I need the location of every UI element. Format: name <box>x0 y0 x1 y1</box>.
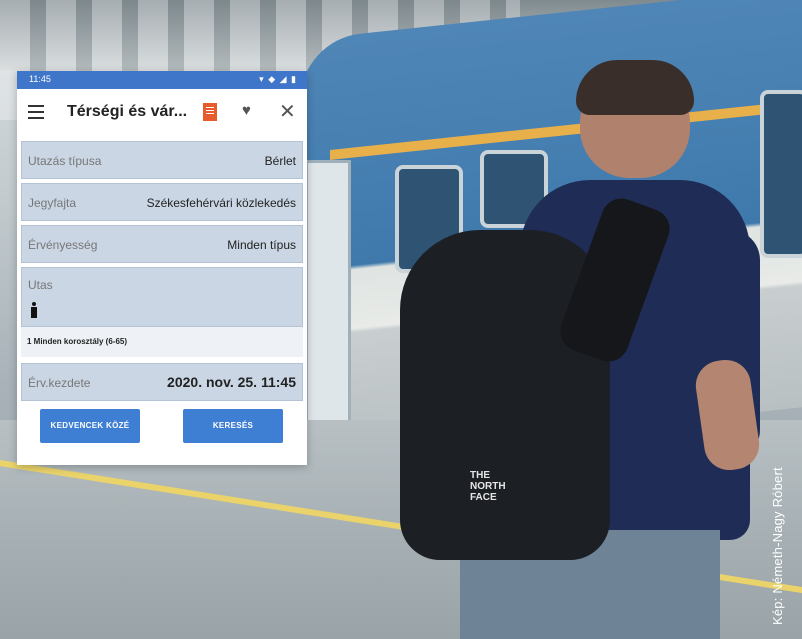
train-window <box>760 90 802 258</box>
page-title: Térségi és vár... <box>67 103 188 120</box>
field-label: Utas <box>28 278 53 292</box>
field-erv-kezdete[interactable]: Érv.kezdete 2020. nov. 25. 11:45 <box>21 363 303 401</box>
person-icon <box>30 302 38 318</box>
field-value: Bérlet <box>264 154 296 168</box>
field-value: Minden típus <box>227 238 296 252</box>
field-jegyfajta[interactable]: Jegyfajta Székesfehérvári közlekedés <box>21 183 303 221</box>
field-value: Székesfehérvári közlekedés <box>146 196 296 210</box>
field-label: Érv.kezdete <box>28 376 91 390</box>
search-button[interactable]: KERESÉS <box>183 409 283 443</box>
heart-icon[interactable]: ♥ <box>242 102 251 119</box>
status-time: 11:45 <box>29 74 51 84</box>
add-to-favorites-button[interactable]: KEDVENCEK KÖZÉ <box>40 409 140 443</box>
field-label: Érvényesség <box>28 238 98 252</box>
app-bar: Térségi és vár... ♥ ✕ <box>17 89 307 137</box>
passenger-summary[interactable]: 1 Minden korosztály (6-65) <box>21 327 303 357</box>
hair <box>576 60 694 115</box>
field-value: 2020. nov. 25. 11:45 <box>167 374 296 390</box>
hamburger-icon[interactable] <box>28 105 44 119</box>
backpack-logo: THE NORTH FACE <box>470 470 506 503</box>
field-label: Utazás típusa <box>28 154 102 168</box>
close-icon[interactable]: ✕ <box>279 99 296 124</box>
photo-credit: Kép: Németh-Nagy Róbert <box>770 467 785 625</box>
ticket-icon[interactable] <box>203 103 217 121</box>
field-utas[interactable]: Utas <box>21 267 303 327</box>
man-with-backpack: THE NORTH FACE <box>400 60 763 639</box>
passenger-line: 1 Minden korosztály (6-65) <box>27 337 128 346</box>
status-bar: 11:45 ▾ ◆ ◢ ▮ <box>17 71 307 89</box>
field-ervenyesseg[interactable]: Érvényesség Minden típus <box>21 225 303 263</box>
phone-screen: 11:45 ▾ ◆ ◢ ▮ Térségi és vár... ♥ ✕ Utaz… <box>17 71 307 465</box>
field-utazas-tipusa[interactable]: Utazás típusa Bérlet <box>21 141 303 179</box>
field-label: Jegyfajta <box>28 196 77 210</box>
status-icons: ▾ ◆ ◢ ▮ <box>259 74 297 84</box>
train-door <box>305 160 351 456</box>
